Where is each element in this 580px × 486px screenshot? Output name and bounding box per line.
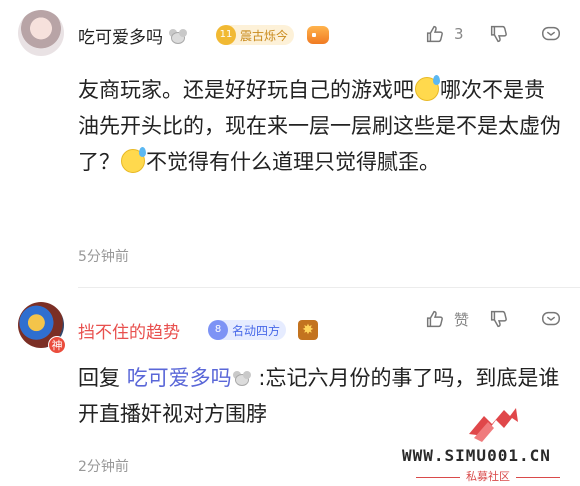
watermark-subtitle: 私募社区 bbox=[402, 468, 574, 484]
mouse-icon bbox=[168, 29, 188, 45]
level-badge: 11 震古烁今 bbox=[216, 25, 295, 45]
timestamp: 2分钟前 bbox=[78, 459, 129, 475]
mouse-icon bbox=[232, 371, 252, 387]
more-icon bbox=[542, 311, 560, 326]
username[interactable]: 挡不住的趋势 bbox=[78, 318, 180, 343]
watermark: WWW.SIMU001.CN 私募社区 bbox=[402, 404, 580, 486]
badge-label: 震古烁今 bbox=[240, 28, 289, 43]
dislike-button[interactable] bbox=[488, 23, 510, 45]
dislike-icon bbox=[490, 25, 507, 43]
divider bbox=[78, 287, 580, 288]
comment-item-1: 吃可爱多吗 11 震古烁今 3 友商玩家。还是好好玩自己的游戏吧 哪次不是贵油先开… bbox=[0, 0, 580, 286]
username[interactable]: 吃可爱多吗 bbox=[78, 23, 188, 48]
avatar[interactable] bbox=[18, 10, 64, 56]
like-button[interactable]: 赞 bbox=[424, 308, 469, 330]
badge-label: 名动四方 bbox=[232, 323, 281, 338]
watermark-site: WWW.SIMU001.CN bbox=[402, 446, 551, 465]
level-badge: 8 名动四方 bbox=[208, 320, 287, 340]
more-button[interactable] bbox=[540, 308, 562, 330]
like-icon bbox=[426, 310, 443, 328]
like-count: 3 bbox=[454, 25, 464, 43]
avatar-badge: 神 bbox=[48, 336, 66, 354]
dislike-icon bbox=[490, 310, 507, 328]
like-label: 赞 bbox=[454, 310, 470, 329]
star-icon: ✸ bbox=[298, 320, 318, 340]
watermark-logo-icon bbox=[469, 408, 518, 442]
sweat-emoji bbox=[415, 75, 440, 101]
reply-mention[interactable]: 吃可爱多吗 bbox=[127, 366, 232, 390]
level-number: 11 bbox=[216, 25, 236, 45]
like-button[interactable]: 3 bbox=[424, 23, 464, 45]
like-icon bbox=[426, 25, 443, 43]
dislike-button[interactable] bbox=[488, 308, 510, 330]
more-icon bbox=[542, 26, 560, 41]
more-button[interactable] bbox=[540, 23, 562, 45]
level-number: 8 bbox=[208, 320, 228, 340]
game-icon bbox=[307, 26, 329, 44]
comment-content: 友商玩家。还是好好玩自己的游戏吧 哪次不是贵油先开头比的，现在来一层一层刷这些是不… bbox=[78, 75, 561, 174]
sweat-emoji bbox=[121, 147, 146, 173]
timestamp: 5分钟前 bbox=[78, 249, 129, 265]
